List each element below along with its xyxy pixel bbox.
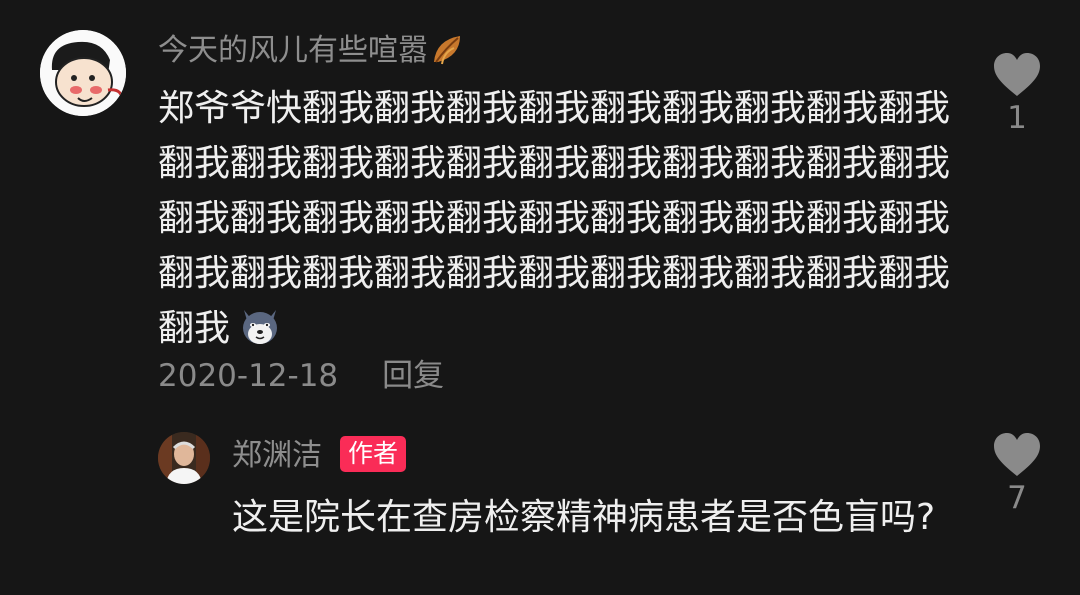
username-text: 郑渊洁 [232,438,322,473]
avatar[interactable] [40,30,126,116]
like-button[interactable] [992,432,1042,482]
username-text: 今天的风儿有些喧嚣 [158,33,428,68]
comment-username[interactable]: 今天的风儿有些喧嚣 [158,30,466,78]
heart-icon [994,53,1040,96]
comment-text: 郑爷爷快翻我翻我翻我翻我翻我翻我翻我翻我翻我翻我翻我翻我翻我翻我翻我翻我翻我翻我… [158,81,958,364]
heart-icon [994,433,1040,476]
comment-date: 2020-12-18 [158,358,339,394]
leaf-icon [430,32,466,78]
like-count: 1 [1007,100,1027,136]
reply-button[interactable]: 回复 [382,358,444,394]
author-avatar[interactable] [158,432,210,484]
cartoon-avatar-icon [40,30,126,116]
comment-thread: 今天的风儿有些喧嚣 郑爷爷快翻我翻我翻我翻我翻我翻我翻我翻我翻我翻我翻我翻我翻我… [0,0,1080,595]
reply-text: 这是院长在查房检察精神病患者是否色盲吗? [232,497,936,538]
author-badge: 作者 [340,436,407,472]
person-avatar-icon [158,432,210,484]
comment-meta: 2020-12-18 回复 [158,354,444,398]
reply-username[interactable]: 郑渊洁 作者 [232,434,407,478]
like-button[interactable] [992,52,1042,102]
like-count: 7 [1007,480,1027,516]
